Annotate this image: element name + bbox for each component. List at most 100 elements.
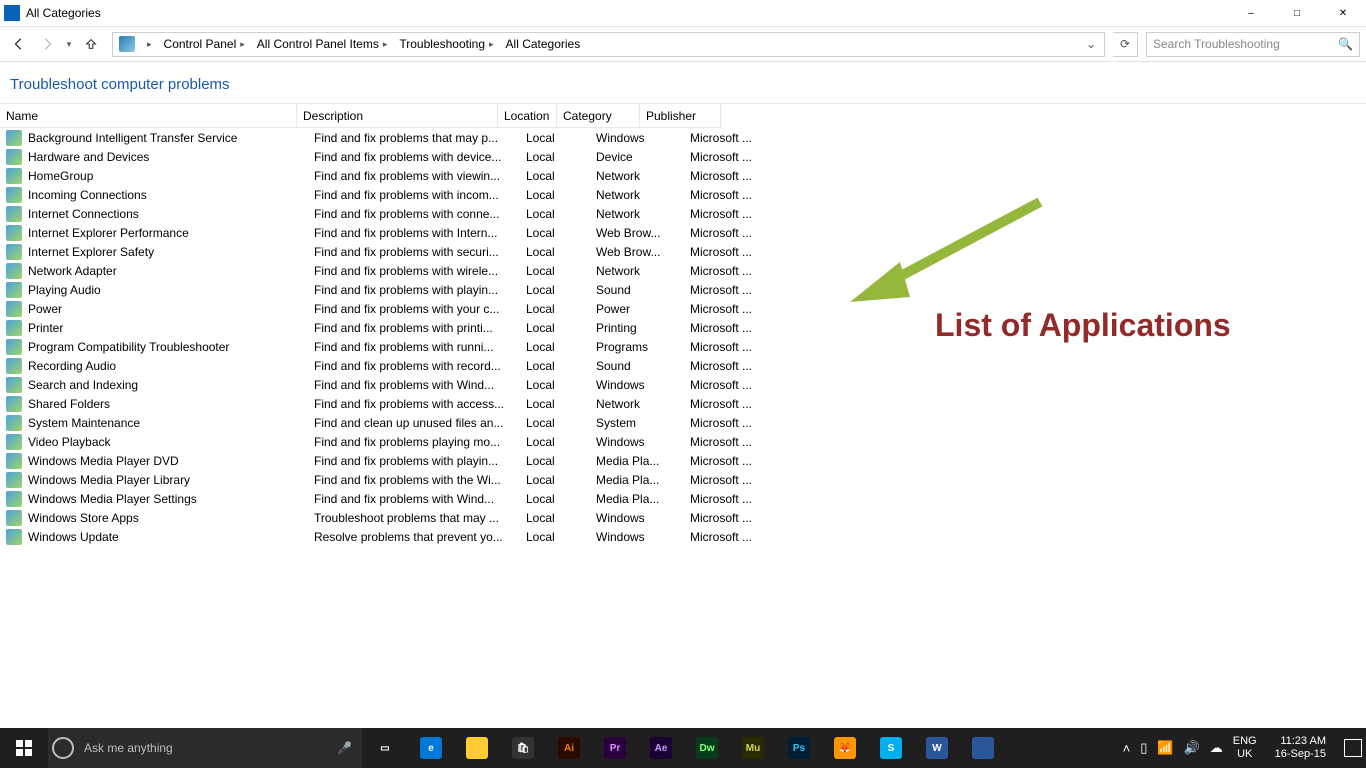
row-name: System Maintenance [28,416,140,430]
row-cat: Printing [590,321,684,335]
taskbar-app-file-explorer[interactable] [454,728,500,768]
breadcrumb-sep[interactable]: ▸ [139,39,160,50]
control-panel-icon [119,36,135,52]
taskbar-app-firefox[interactable]: 🦊 [822,728,868,768]
row-name: Hardware and Devices [28,150,149,164]
table-row[interactable]: Internet ConnectionsFind and fix problem… [0,204,1366,223]
address-dropdown[interactable]: ⌄ [1080,37,1102,51]
col-name[interactable]: Name [0,104,296,128]
troubleshooter-icon [6,282,22,298]
row-loc: Local [520,226,590,240]
search-box[interactable]: Search Troubleshooting 🔍 [1146,32,1360,57]
battery-icon[interactable]: ▯ [1140,740,1147,756]
cortana-search[interactable]: Ask me anything 🎤 [48,728,362,768]
row-desc: Find and fix problems with device... [308,150,520,164]
table-row[interactable]: PrinterFind and fix problems with printi… [0,318,1366,337]
refresh-button[interactable]: ⟳ [1113,32,1138,57]
table-row[interactable]: Video PlaybackFind and fix problems play… [0,432,1366,451]
row-name: Recording Audio [28,359,116,373]
row-loc: Local [520,359,590,373]
table-row[interactable]: Windows UpdateResolve problems that prev… [0,527,1366,546]
minimize-button[interactable]: – [1228,0,1274,26]
row-pub: Microsoft ... [684,131,776,145]
taskbar-app-premiere[interactable]: Pr [592,728,638,768]
back-button[interactable] [6,31,32,57]
troubleshooter-icon [6,472,22,488]
table-row[interactable]: Internet Explorer SafetyFind and fix pro… [0,242,1366,261]
table-row[interactable]: Background Intelligent Transfer ServiceF… [0,128,1366,147]
maximize-button[interactable]: □ [1274,0,1320,26]
recent-dropdown[interactable]: ▾ [62,31,76,57]
breadcrumb-0[interactable]: Control Panel▸ [160,37,253,51]
table-row[interactable]: Windows Store AppsTroubleshoot problems … [0,508,1366,527]
breadcrumb-1[interactable]: All Control Panel Items▸ [253,37,396,51]
taskbar-app-task-view[interactable]: ▭ [362,728,408,768]
troubleshooter-icon [6,377,22,393]
row-name: Windows Media Player Settings [28,492,197,506]
taskbar-app-aftereffects[interactable]: Ae [638,728,684,768]
table-row[interactable]: PowerFind and fix problems with your c..… [0,299,1366,318]
address-bar[interactable]: ▸ Control Panel▸ All Control Panel Items… [112,32,1105,57]
row-name: Printer [28,321,63,335]
forward-button[interactable] [34,31,60,57]
breadcrumb-3[interactable]: All Categories [502,37,585,51]
table-row[interactable]: Network AdapterFind and fix problems wit… [0,261,1366,280]
start-button[interactable] [0,728,48,768]
col-description[interactable]: Description [297,104,497,128]
table-row[interactable]: Search and IndexingFind and fix problems… [0,375,1366,394]
col-category[interactable]: Category [557,104,639,128]
language-indicator[interactable]: ENGUK [1233,735,1257,761]
network-icon[interactable]: 📶 [1157,740,1173,756]
table-row[interactable]: Windows Media Player DVDFind and fix pro… [0,451,1366,470]
taskbar-app-dreamweaver[interactable]: Dw [684,728,730,768]
troubleshooter-icon [6,187,22,203]
row-name: Windows Media Player DVD [28,454,179,468]
taskbar-app-illustrator[interactable]: Ai [546,728,592,768]
onedrive-icon[interactable]: ☁ [1210,740,1223,756]
taskbar-app-muse[interactable]: Mu [730,728,776,768]
table-row[interactable]: Windows Media Player LibraryFind and fix… [0,470,1366,489]
close-button[interactable]: ✕ [1320,0,1366,26]
row-loc: Local [520,264,590,278]
row-desc: Find and fix problems with incom... [308,188,520,202]
taskbar-app-photoshop[interactable]: Ps [776,728,822,768]
table-row[interactable]: Playing AudioFind and fix problems with … [0,280,1366,299]
tray-chevron-icon[interactable]: ˄ [1123,741,1131,756]
table-row[interactable]: HomeGroupFind and fix problems with view… [0,166,1366,185]
volume-icon[interactable]: 🔊 [1184,740,1200,756]
table-row[interactable]: Shared FoldersFind and fix problems with… [0,394,1366,413]
row-name: Internet Explorer Safety [28,245,154,259]
taskbar-app-skype[interactable]: S [868,728,914,768]
row-loc: Local [520,321,590,335]
row-cat: Windows [590,511,684,525]
taskbar-app-app[interactable] [960,728,1006,768]
breadcrumb-2[interactable]: Troubleshooting▸ [395,37,501,51]
table-row[interactable]: Hardware and Devices Find and fix problem… [0,147,1366,166]
taskbar-app-word[interactable]: W [914,728,960,768]
troubleshooter-icon [6,263,22,279]
row-desc: Find and fix problems with viewin... [308,169,520,183]
table-row[interactable]: Incoming ConnectionsFind and fix problem… [0,185,1366,204]
taskbar-app-store[interactable]: 🛍 [500,728,546,768]
cortana-placeholder: Ask me anything [84,741,173,755]
table-row[interactable]: Internet Explorer PerformanceFind and fi… [0,223,1366,242]
action-center-icon[interactable] [1344,739,1362,757]
col-publisher[interactable]: Publisher [640,104,720,128]
page-header: Troubleshoot computer problems [0,62,1366,103]
col-location[interactable]: Location [498,104,556,128]
up-button[interactable] [78,31,104,57]
table-row[interactable]: System MaintenanceFind and clean up unus… [0,413,1366,432]
troubleshooter-icon [6,510,22,526]
table-row[interactable]: Recording AudioFind and fix problems wit… [0,356,1366,375]
row-loc: Local [520,435,590,449]
row-pub: Microsoft ... [684,340,776,354]
row-loc: Local [520,150,590,164]
table-row[interactable]: Program Compatibility TroubleshooterFind… [0,337,1366,356]
row-desc: Find and fix problems with conne... [308,207,520,221]
table-row[interactable]: Windows Media Player SettingsFind and fi… [0,489,1366,508]
troubleshooter-icon [6,434,22,450]
row-loc: Local [520,454,590,468]
clock[interactable]: 11:23 AM16-Sep-15 [1267,735,1334,761]
row-cat: Network [590,397,684,411]
taskbar-app-edge[interactable]: e [408,728,454,768]
